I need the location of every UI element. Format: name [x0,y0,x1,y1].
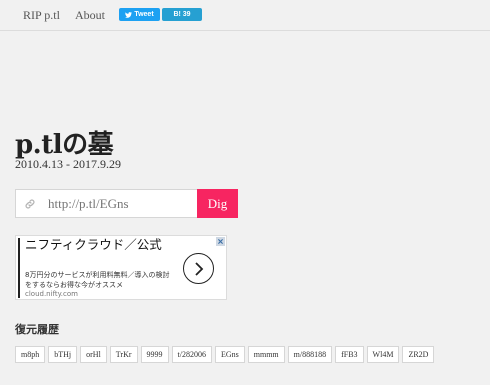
history-tag[interactable]: mmmm [247,346,285,363]
ad-description: 8万円分のサービスが利用料無料／導入の検討をするならお得な今がオススメ [25,271,170,289]
nav-home-link[interactable]: RIP p.tl [23,8,60,23]
history-tag[interactable]: Wl4M [366,346,400,363]
ad-close-button[interactable] [216,237,225,246]
hatena-label: B! 39 [173,11,191,18]
top-navigation-bar: RIP p.tl About Tweet B! 39 [0,0,490,31]
link-icon [25,198,35,209]
history-tag[interactable]: fFB3 [335,346,364,363]
tweet-button[interactable]: Tweet [119,8,160,21]
chevron-right-icon [194,261,203,276]
ad-headline[interactable]: ニフティクラウド／公式 [25,237,175,253]
advertisement[interactable]: ニフティクラウド／公式 8万円分のサービスが利用料無料／導入の検討をするならお得… [15,235,227,300]
ad-accent-bar [18,238,20,298]
tweet-label: Tweet [134,11,154,18]
history-tag[interactable]: ZR2D [402,346,435,363]
nav-about-link[interactable]: About [75,8,105,23]
url-input[interactable] [48,195,188,212]
history-tag[interactable]: t/282006 [171,346,212,363]
twitter-bird-icon [125,11,133,18]
history-tag[interactable]: orHl [80,346,107,363]
history-heading: 復元履歴 [15,323,59,336]
date-range: 2010.4.13 - 2017.9.29 [15,157,121,171]
history-tag-list: m8ph bTHj orHl TrKr 9999 t/282006 EGns mmmm m/88… [15,346,485,363]
ad-domain: cloud.nifty.com [25,290,78,298]
ad-arrow-button[interactable] [183,253,214,284]
hatena-bookmark-button[interactable]: B! 39 [162,8,202,21]
history-tag[interactable]: EGns [214,346,245,363]
history-tag[interactable]: 9999 [140,346,169,363]
url-field-wrapper [15,189,197,218]
history-tag[interactable]: m8ph [15,346,46,363]
history-tag[interactable]: TrKr [109,346,138,363]
close-icon [218,239,223,244]
dig-button[interactable]: Dig [197,189,238,218]
history-tag[interactable]: m/888188 [287,346,333,363]
history-tag[interactable]: bTHj [48,346,78,363]
page-title: p.tlの墓 [15,130,114,160]
